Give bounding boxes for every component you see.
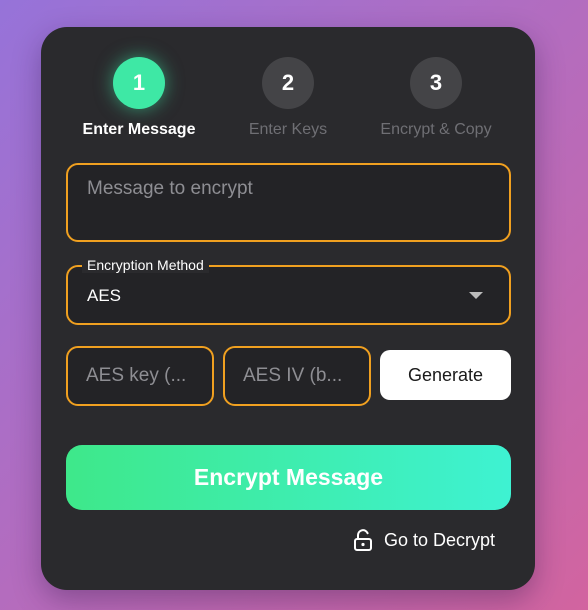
encryption-method-select[interactable]: Encryption Method AES [66, 257, 511, 325]
encrypt-card: 1 Enter Message 2 Enter Keys 3 Encrypt &… [41, 27, 535, 590]
aes-key-input[interactable]: AES key (... [66, 346, 214, 406]
encrypt-message-button[interactable]: Encrypt Message [66, 445, 511, 510]
step-enter-message[interactable]: 1 Enter Message [64, 57, 214, 139]
generate-button[interactable]: Generate [380, 350, 511, 400]
message-input[interactable]: Message to encrypt [66, 163, 511, 242]
step-label: Enter Keys [248, 121, 328, 138]
go-to-decrypt-label: Go to Decrypt [384, 529, 496, 550]
message-placeholder: Message to encrypt [87, 178, 253, 199]
lock-open-icon [353, 529, 373, 551]
go-to-decrypt-link[interactable]: Go to Decrypt [353, 529, 495, 551]
step-label: Enter Message [82, 121, 196, 138]
encryption-method-label: Encryption Method [82, 257, 209, 273]
step-enter-keys[interactable]: 2 Enter Keys [213, 57, 363, 139]
encryption-method-value: AES [87, 286, 122, 305]
step-number: 1 [113, 57, 165, 109]
aes-iv-input[interactable]: AES IV (b... [223, 346, 371, 406]
step-label: Encrypt & Copy [380, 121, 492, 138]
chevron-down-icon [469, 292, 483, 299]
aes-key-placeholder: AES key (... [86, 365, 187, 386]
step-number: 3 [410, 57, 462, 109]
step-encrypt-copy[interactable]: 3 Encrypt & Copy [361, 57, 511, 139]
aes-iv-placeholder: AES IV (b... [243, 365, 343, 386]
step-number: 2 [262, 57, 314, 109]
